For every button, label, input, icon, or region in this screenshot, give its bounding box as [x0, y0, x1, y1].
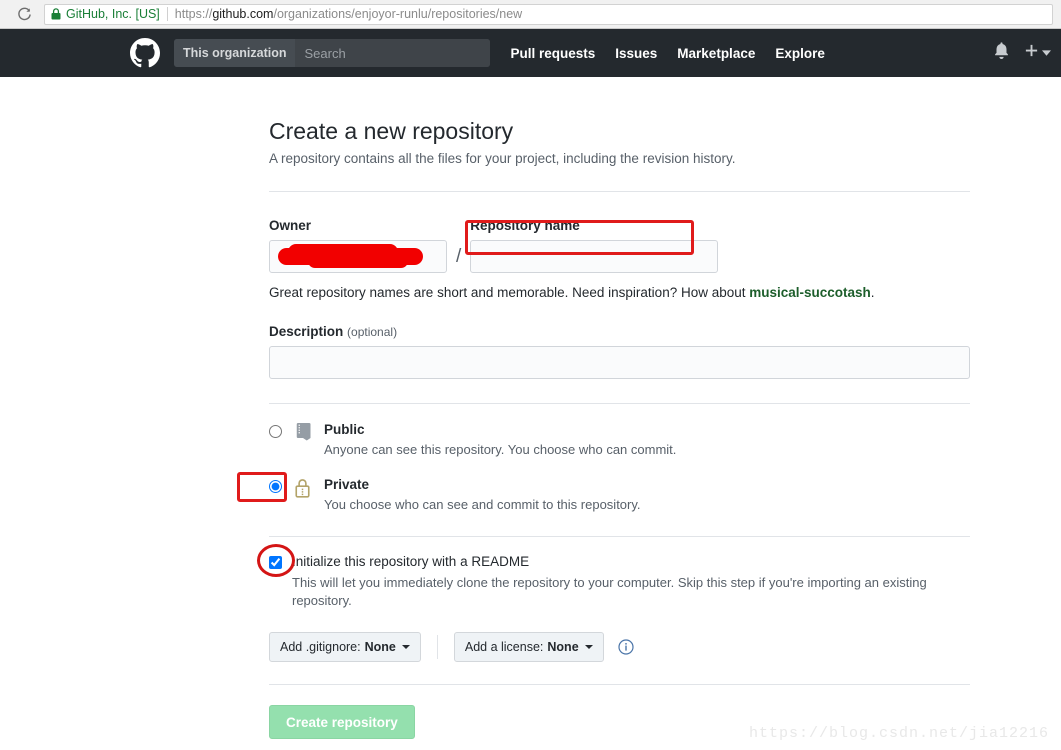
- owner-redaction-scribble: [278, 244, 423, 268]
- github-header: This organization Pull requests Issues M…: [0, 29, 1061, 77]
- repository-name-label: Repository name: [470, 218, 580, 233]
- owner-selector[interactable]: [269, 240, 447, 273]
- header-actions: [993, 42, 1051, 64]
- bell-icon[interactable]: [993, 42, 1010, 64]
- owner-group: Owner: [269, 218, 447, 273]
- new-repository-form: Create a new repository A repository con…: [237, 118, 970, 739]
- gitignore-value: None: [364, 640, 396, 654]
- repository-name-input[interactable]: [470, 240, 719, 273]
- extras-row: Add .gitignore: None Add a license: None: [269, 632, 970, 662]
- url-path: /organizations/enjoyor-runlu/repositorie…: [273, 7, 523, 21]
- search-input[interactable]: [295, 39, 491, 67]
- repository-name-hint: Great repository names are short and mem…: [269, 285, 970, 300]
- reload-icon[interactable]: [10, 0, 38, 28]
- readme-option[interactable]: Initialize this repository with a README…: [257, 544, 970, 610]
- chevron-down-icon: [584, 645, 593, 649]
- visibility-option-private[interactable]: Private You choose who can see and commi…: [237, 472, 970, 512]
- plus-icon: [1024, 43, 1039, 63]
- github-logo-icon[interactable]: [130, 38, 160, 68]
- private-title: Private: [324, 477, 370, 492]
- watermark: https://blog.csdn.net/jia12216: [748, 725, 1049, 742]
- description-label: Description (optional): [269, 324, 970, 339]
- create-repository-button[interactable]: Create repository: [269, 705, 415, 739]
- nav-marketplace[interactable]: Marketplace: [677, 46, 755, 61]
- public-title: Public: [324, 422, 365, 437]
- description-input[interactable]: [269, 346, 970, 379]
- gitignore-dropdown[interactable]: Add .gitignore: None: [269, 632, 421, 662]
- divider: [436, 635, 438, 659]
- public-description: Anyone can see this repository. You choo…: [324, 442, 677, 457]
- lock-icon: [294, 477, 314, 498]
- owner-label: Owner: [269, 218, 312, 233]
- initialize-readme-checkbox[interactable]: [269, 556, 282, 569]
- browser-chrome: GitHub, Inc. [US] https:// github.com /o…: [0, 0, 1061, 29]
- omnibox-divider: [166, 7, 168, 21]
- private-text: Private You choose who can see and commi…: [324, 477, 641, 512]
- description-label-text: Description: [269, 324, 344, 339]
- repository-name-group: Repository name: [465, 218, 719, 273]
- readme-title: Initialize this repository with a README: [292, 554, 530, 569]
- chevron-down-icon: [1042, 44, 1051, 62]
- owner-name-separator: /: [456, 246, 462, 267]
- divider: [269, 684, 970, 685]
- public-radio[interactable]: [269, 425, 282, 438]
- readme-description: This will let you immediately clone the …: [292, 575, 927, 608]
- license-dropdown[interactable]: Add a license: None: [453, 632, 604, 662]
- divider: [269, 536, 970, 537]
- repo-book-icon: [294, 422, 314, 443]
- header-nav: Pull requests Issues Marketplace Explore: [510, 46, 824, 61]
- search-scope-selector[interactable]: This organization: [174, 39, 296, 67]
- repo-name-suggestion-link[interactable]: musical-succotash: [749, 285, 871, 300]
- description-optional-tag: (optional): [347, 325, 398, 339]
- repo-hint-prefix: Great repository names are short and mem…: [269, 285, 750, 300]
- license-label: Add a license:: [464, 640, 544, 654]
- readme-text: Initialize this repository with a README…: [292, 554, 952, 610]
- url-scheme: https://: [174, 7, 213, 21]
- private-description: You choose who can see and commit to thi…: [324, 497, 641, 512]
- page-title: Create a new repository: [269, 118, 514, 144]
- description-group: Description (optional): [269, 324, 970, 379]
- security-label: GitHub, Inc. [US]: [66, 7, 160, 21]
- address-bar[interactable]: GitHub, Inc. [US] https:// github.com /o…: [44, 3, 1053, 25]
- chevron-down-icon: [401, 645, 410, 649]
- visibility-option-public[interactable]: Public Anyone can see this repository. Y…: [269, 422, 970, 457]
- public-text: Public Anyone can see this repository. Y…: [324, 422, 676, 457]
- page-body: Create a new repository A repository con…: [0, 77, 1061, 750]
- nav-issues[interactable]: Issues: [615, 46, 657, 61]
- private-radio[interactable]: [269, 480, 282, 493]
- license-value: None: [547, 640, 579, 654]
- divider: [269, 191, 970, 192]
- url-domain: github.com: [212, 7, 274, 21]
- nav-explore[interactable]: Explore: [775, 46, 825, 61]
- plus-menu[interactable]: [1024, 43, 1051, 63]
- info-icon[interactable]: [618, 639, 634, 655]
- lock-icon: [51, 8, 61, 20]
- page-subtitle: A repository contains all the files for …: [269, 151, 736, 166]
- nav-pull-requests[interactable]: Pull requests: [510, 46, 595, 61]
- gitignore-label: Add .gitignore:: [280, 640, 361, 654]
- divider: [269, 403, 970, 404]
- repo-hint-suffix: .: [870, 285, 875, 300]
- search-bar[interactable]: This organization: [174, 39, 491, 67]
- owner-and-name-row: Owner / Repository name: [269, 218, 970, 273]
